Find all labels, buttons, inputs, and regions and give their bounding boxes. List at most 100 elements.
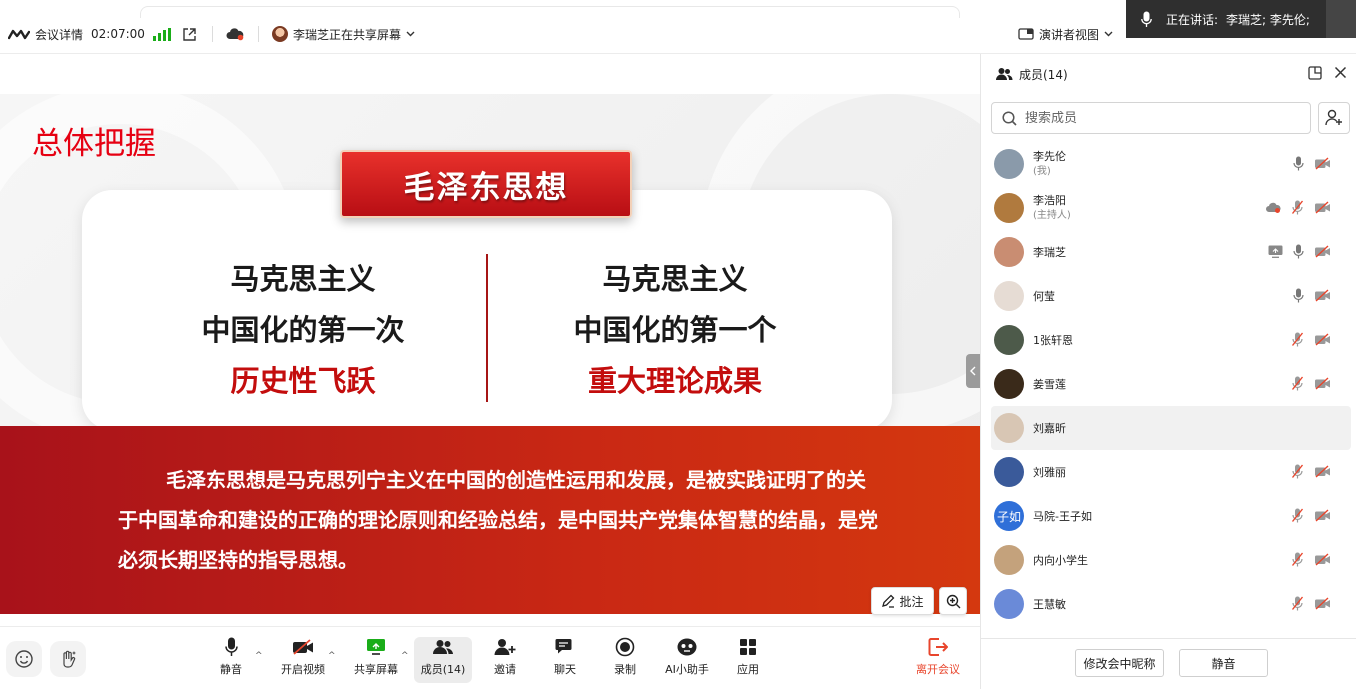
- member-row[interactable]: 姜雪莲: [991, 362, 1351, 406]
- member-row[interactable]: 刘嘉昕: [991, 406, 1351, 450]
- camera-off-icon[interactable]: [1314, 509, 1331, 525]
- right-line: 中国化的第一个: [573, 313, 777, 347]
- add-member-button[interactable]: [1318, 102, 1350, 134]
- start-video-label: 开启视频: [281, 663, 325, 676]
- start-video-button[interactable]: 开启视频: [274, 637, 332, 683]
- microphone-muted-icon[interactable]: [1291, 332, 1304, 350]
- invite-button[interactable]: 邀请: [476, 637, 534, 683]
- member-row[interactable]: 子如 马院-王子如: [991, 494, 1351, 538]
- camera-off-icon[interactable]: [1314, 289, 1331, 305]
- member-avatar: [994, 413, 1024, 443]
- pop-out-button[interactable]: [182, 24, 197, 44]
- camera-off-icon[interactable]: [1314, 201, 1331, 217]
- ai-assistant-button[interactable]: AI小助手: [658, 637, 716, 683]
- camera-off-icon[interactable]: [1314, 333, 1331, 349]
- microphone-on-icon[interactable]: [1293, 156, 1304, 174]
- video-options-caret[interactable]: ^: [328, 651, 336, 661]
- member-name: 内向小学生: [1033, 553, 1088, 567]
- mute-button[interactable]: 静音: [202, 637, 260, 683]
- member-avatar: [994, 281, 1024, 311]
- camera-off-icon[interactable]: [1314, 553, 1331, 569]
- members-label: 成员(14): [420, 663, 466, 676]
- add-user-icon: [494, 639, 516, 655]
- member-name: 姜雪莲: [1033, 377, 1066, 391]
- member-text: 何莹: [1033, 289, 1055, 304]
- close-icon[interactable]: [1334, 66, 1347, 79]
- microphone-muted-icon[interactable]: [1291, 200, 1304, 218]
- cloud-icon: [226, 28, 244, 41]
- member-status-icons: [1293, 288, 1331, 306]
- share-options-caret[interactable]: ^: [401, 651, 409, 661]
- collapse-panel-handle[interactable]: [966, 354, 980, 388]
- member-name: 马院-王子如: [1033, 509, 1092, 523]
- member-text: 姜雪莲: [1033, 377, 1066, 392]
- member-status-icons: [1291, 376, 1331, 394]
- apps-button[interactable]: 应用: [719, 637, 777, 683]
- member-row[interactable]: 李瑞芝: [991, 230, 1351, 274]
- member-row[interactable]: 内向小学生: [991, 538, 1351, 582]
- annotate-button[interactable]: 批注: [871, 587, 934, 615]
- mute-all-button[interactable]: 静音: [1179, 649, 1268, 677]
- camera-off-icon[interactable]: [1314, 597, 1331, 613]
- speaking-label: 正在讲话:: [1166, 12, 1219, 27]
- member-search-input[interactable]: [1025, 110, 1295, 126]
- audio-options-caret[interactable]: ^: [255, 651, 263, 661]
- meeting-details-label: 会议详情: [35, 27, 84, 42]
- camera-off-icon[interactable]: [1314, 465, 1331, 481]
- ai-assistant-label: AI小助手: [665, 663, 709, 676]
- member-row[interactable]: 李浩阳 (主持人): [991, 186, 1351, 230]
- left-highlight-line: 历史性飞跃: [230, 364, 376, 398]
- apps-label: 应用: [737, 663, 759, 676]
- camera-off-icon[interactable]: [1314, 245, 1331, 261]
- right-column: 马克思主义 中国化的第一个 重大理论成果: [510, 254, 840, 407]
- reaction-button[interactable]: [6, 641, 42, 677]
- member-status-icons: [1268, 244, 1331, 262]
- network-signal-button[interactable]: [153, 24, 171, 44]
- view-mode-dropdown[interactable]: 演讲者视图: [1018, 24, 1113, 44]
- microphone-muted-icon[interactable]: [1291, 376, 1304, 394]
- member-row[interactable]: 1张轩恩: [991, 318, 1351, 362]
- raise-hand-button[interactable]: [50, 641, 86, 677]
- member-search-box[interactable]: [991, 102, 1311, 134]
- member-text: 马院-王子如: [1033, 509, 1092, 524]
- member-name: 王慧敏: [1033, 597, 1066, 611]
- member-role: (主持人): [1033, 210, 1071, 221]
- member-avatar: [994, 193, 1024, 223]
- microphone-muted-icon[interactable]: [1291, 596, 1304, 614]
- share-screen-label: 共享屏幕: [354, 663, 398, 676]
- microphone-on-icon[interactable]: [1293, 244, 1304, 262]
- sharing-status-dropdown[interactable]: 李瑞芝正在共享屏幕: [272, 24, 415, 44]
- microphone-muted-icon[interactable]: [1291, 552, 1304, 570]
- members-button[interactable]: 成员(14): [414, 637, 472, 683]
- chat-button[interactable]: 聊天: [536, 637, 594, 683]
- member-avatar: [994, 369, 1024, 399]
- pop-out-panel-icon[interactable]: [1308, 66, 1322, 80]
- member-row[interactable]: 王慧敏: [991, 582, 1351, 626]
- member-row[interactable]: 刘雅丽: [991, 450, 1351, 494]
- raise-hand-icon: [63, 650, 76, 668]
- share-screen-button[interactable]: 共享屏幕: [347, 637, 405, 683]
- summary-text: 毛泽东思想是马克思列宁主义在中国的创造性运用和发展，是被实践证明了的关于中国革命…: [118, 468, 878, 572]
- microphone-muted-icon[interactable]: [1291, 508, 1304, 526]
- member-name: 李先伦: [1033, 150, 1066, 163]
- member-row[interactable]: 李先伦 (我): [991, 142, 1351, 186]
- zoom-button[interactable]: [939, 587, 967, 615]
- camera-off-icon[interactable]: [1314, 377, 1331, 393]
- sharing-status-label: 李瑞芝正在共享屏幕: [293, 27, 402, 42]
- microphone-icon: [1126, 11, 1166, 28]
- camera-off-icon[interactable]: [1314, 157, 1331, 173]
- microphone-on-icon[interactable]: [1293, 288, 1304, 306]
- cloud-recording-button[interactable]: [226, 24, 244, 44]
- speaker-view-icon: [1018, 28, 1034, 40]
- rename-in-meeting-button[interactable]: 修改会中昵称: [1075, 649, 1164, 677]
- search-icon: [1002, 110, 1017, 126]
- tencent-meeting-logo-icon: [8, 29, 30, 40]
- meeting-details-button[interactable]: 会议详情: [8, 24, 83, 44]
- member-row[interactable]: 何莹: [991, 274, 1351, 318]
- record-button[interactable]: 录制: [596, 637, 654, 683]
- leave-meeting-button[interactable]: 离开会议: [909, 637, 967, 683]
- microphone-muted-icon[interactable]: [1291, 464, 1304, 482]
- window-edge: [140, 6, 960, 18]
- toolbar-divider: [212, 26, 213, 42]
- shared-screen: 总体把握 毛泽东思想 马克思主义 中国化的第一次 历史性飞跃 马克思主义 中国化…: [0, 54, 980, 626]
